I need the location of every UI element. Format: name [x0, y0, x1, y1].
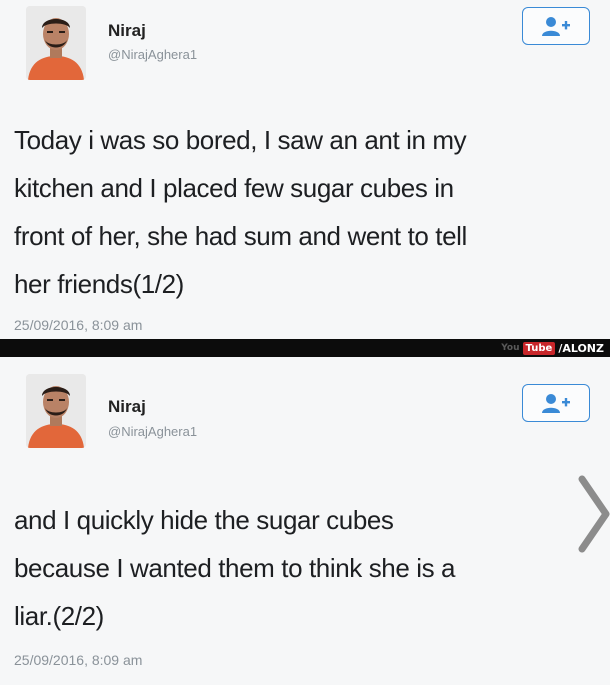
- watermark-tube: Tube: [522, 341, 556, 355]
- tweet-text-line: and I quickly hide the sugar cubes: [14, 505, 394, 535]
- author-name[interactable]: Niraj: [108, 397, 146, 417]
- watermark-suffix: /ALONZ: [558, 341, 604, 355]
- watermark-prefix: You: [501, 343, 520, 353]
- tweet-text-line: liar.(2/2): [14, 601, 104, 631]
- author-handle[interactable]: @NirajAghera1: [108, 47, 197, 62]
- follow-button[interactable]: [522, 7, 590, 45]
- follow-person-plus-icon: [542, 17, 570, 36]
- tweet-timestamp[interactable]: 25/09/2016, 8:09 am: [14, 652, 142, 668]
- avatar[interactable]: [26, 374, 86, 448]
- tweet-text-line: because I wanted them to think she is a: [14, 553, 456, 583]
- avatar-photo-icon: [26, 6, 86, 80]
- tweet-text: and I quickly hide the sugar cubes becau…: [14, 496, 594, 640]
- avatar[interactable]: [26, 6, 86, 80]
- avatar-photo-icon: [26, 374, 86, 448]
- tweet-text-line: front of her, she had sum and went to te…: [14, 221, 467, 251]
- author-handle[interactable]: @NirajAghera1: [108, 424, 197, 439]
- watermark: You Tube /ALONZ: [501, 341, 604, 355]
- tweet-card-1: Niraj @NirajAghera1 Today i was so bored…: [0, 0, 610, 339]
- follow-person-plus-icon: [542, 394, 570, 413]
- chevron-right-icon[interactable]: [576, 475, 610, 553]
- tweet-card-2: Niraj @NirajAghera1 and I quickly hide t…: [0, 357, 610, 685]
- tweet-timestamp[interactable]: 25/09/2016, 8:09 am: [14, 317, 142, 333]
- tweet-text: Today i was so bored, I saw an ant in my…: [14, 116, 594, 308]
- author-name[interactable]: Niraj: [108, 21, 146, 41]
- divider-bar: You Tube /ALONZ: [0, 339, 610, 357]
- tweet-text-line: her friends(1/2): [14, 269, 184, 299]
- tweet-text-line: Today i was so bored, I saw an ant in my: [14, 125, 467, 155]
- tweet-text-line: kitchen and I placed few sugar cubes in: [14, 173, 454, 203]
- follow-button[interactable]: [522, 384, 590, 422]
